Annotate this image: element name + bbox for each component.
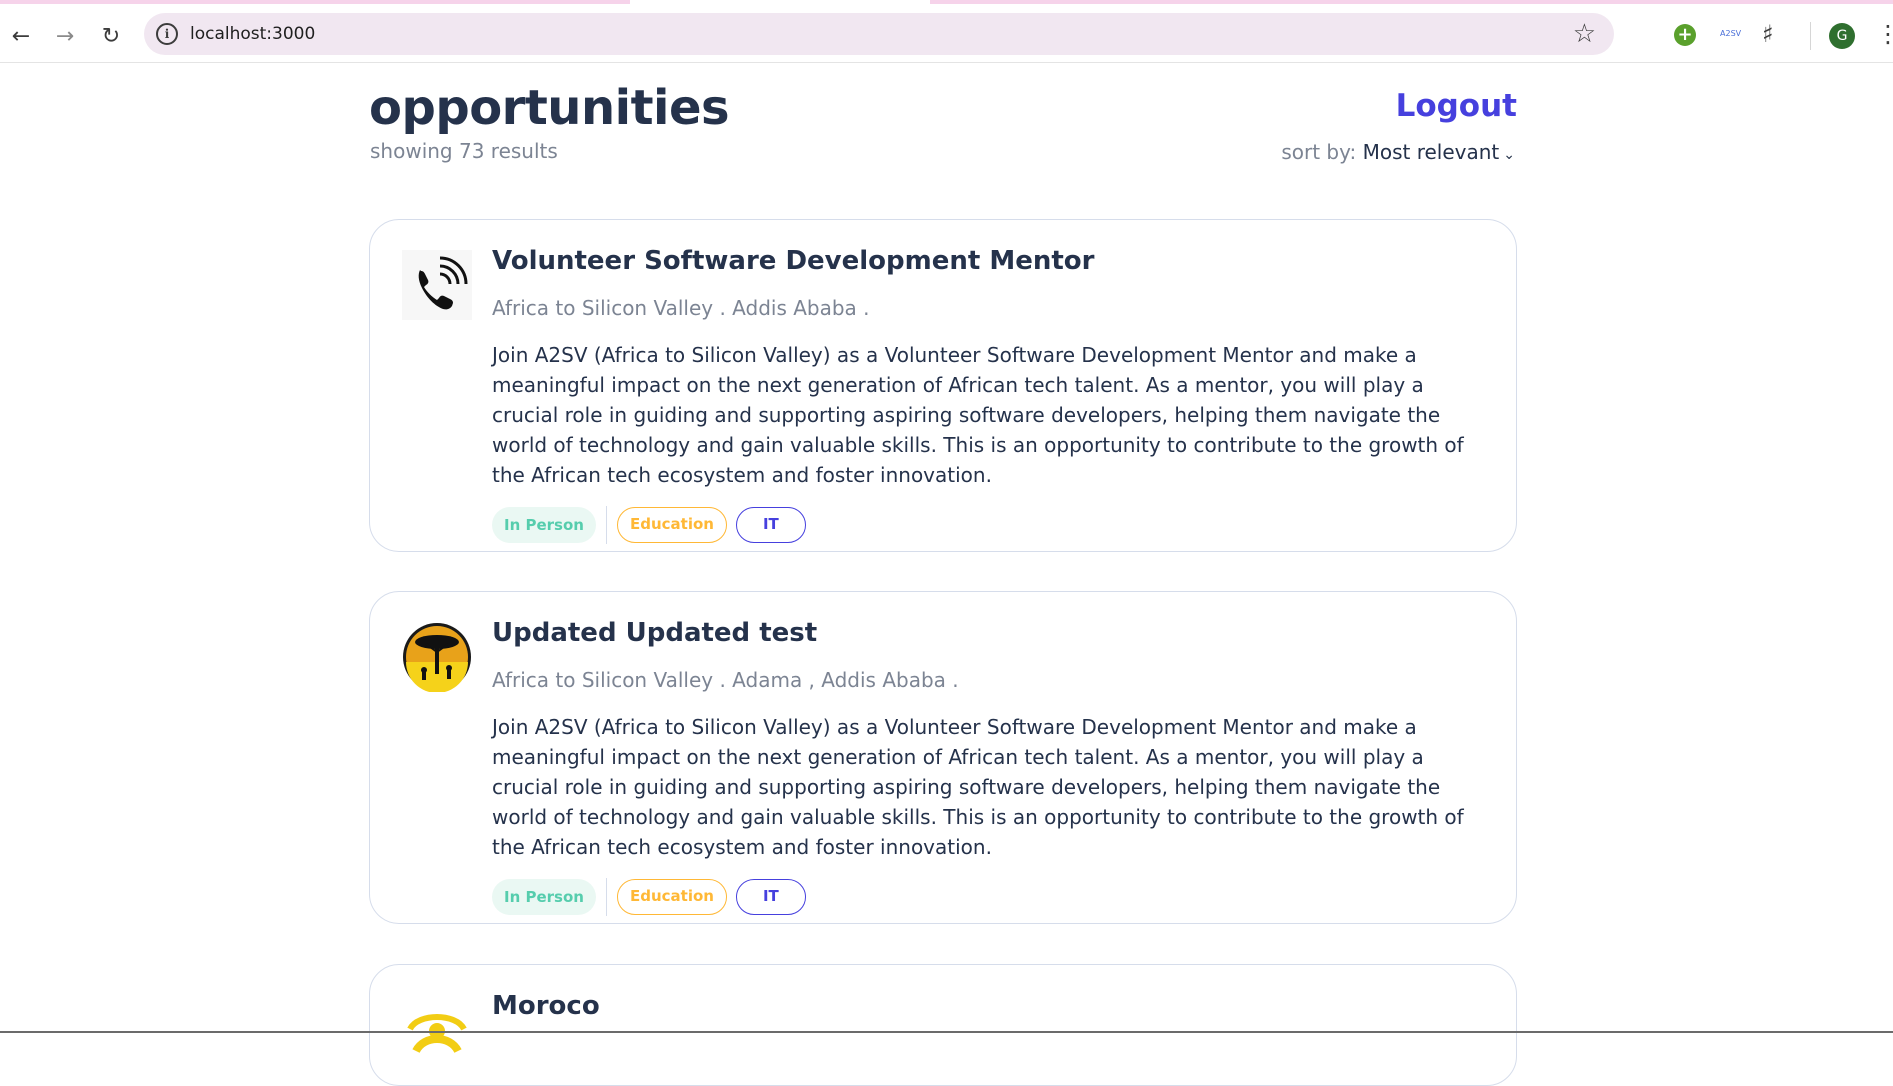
back-icon[interactable]: ← — [6, 22, 36, 52]
card-title[interactable]: Volunteer Software Development Mentor — [492, 246, 1095, 276]
phone-icon — [402, 250, 472, 320]
extensions-puzzle-icon[interactable]: ♯ — [1762, 20, 1774, 48]
tag-in-person: In Person — [492, 879, 596, 915]
address-bar[interactable]: i localhost:3000 ☆ — [144, 13, 1614, 55]
tag-in-person: In Person — [492, 507, 596, 543]
sort-value[interactable]: Most relevant — [1363, 140, 1500, 164]
site-info-icon[interactable]: i — [156, 23, 178, 45]
forward-icon[interactable]: → — [50, 22, 80, 52]
toolbar-divider — [1810, 22, 1811, 50]
bookmark-star-icon[interactable]: ☆ — [1573, 19, 1596, 49]
browser-toolbar: ← → ↻ i localhost:3000 ☆ + A2SV ♯ G ⋮ — [0, 4, 1893, 63]
tag-divider — [605, 506, 607, 544]
logout-button[interactable]: Logout — [1396, 88, 1517, 124]
card-meta: Africa to Silicon Valley . Adama , Addis… — [492, 668, 959, 692]
results-count: showing 73 results — [370, 139, 558, 163]
sort-dropdown[interactable]: sort by: Most relevant ⌄ — [1281, 140, 1515, 164]
tag-divider — [605, 878, 607, 916]
tag-education: Education — [616, 879, 727, 915]
page-title: opportunities — [369, 80, 730, 136]
tag-education: Education — [616, 507, 727, 543]
card-tags: In Person Education IT — [492, 506, 806, 544]
address-url[interactable]: localhost:3000 — [190, 24, 315, 44]
opportunity-card[interactable]: Volunteer Software Development Mentor Af… — [369, 219, 1517, 552]
card-title[interactable]: Moroco — [492, 991, 600, 1021]
profile-avatar[interactable]: G — [1829, 23, 1855, 49]
tag-it: IT — [735, 507, 806, 543]
card-description: Join A2SV (Africa to Silicon Valley) as … — [492, 715, 1464, 859]
opportunity-card[interactable]: Moroco — [369, 964, 1517, 1086]
yellow-logo-icon — [402, 995, 472, 1065]
browser-menu-icon[interactable]: ⋮ — [1876, 20, 1893, 48]
reload-icon[interactable]: ↻ — [96, 22, 126, 52]
chevron-down-icon[interactable]: ⌄ — [1503, 147, 1515, 163]
tag-it: IT — [735, 879, 806, 915]
extension-add-icon[interactable]: + — [1674, 24, 1696, 46]
sort-label: sort by: — [1281, 140, 1357, 164]
extension-a2sv-icon[interactable]: A2SV — [1720, 29, 1741, 38]
tree-logo-icon — [402, 622, 472, 693]
card-meta: Africa to Silicon Valley . Addis Ababa . — [492, 296, 870, 320]
opportunity-card[interactable]: Updated Updated test Africa to Silicon V… — [369, 591, 1517, 924]
card-tags: In Person Education IT — [492, 878, 806, 916]
card-description: Join A2SV (Africa to Silicon Valley) as … — [492, 343, 1464, 487]
card-title[interactable]: Updated Updated test — [492, 618, 817, 648]
